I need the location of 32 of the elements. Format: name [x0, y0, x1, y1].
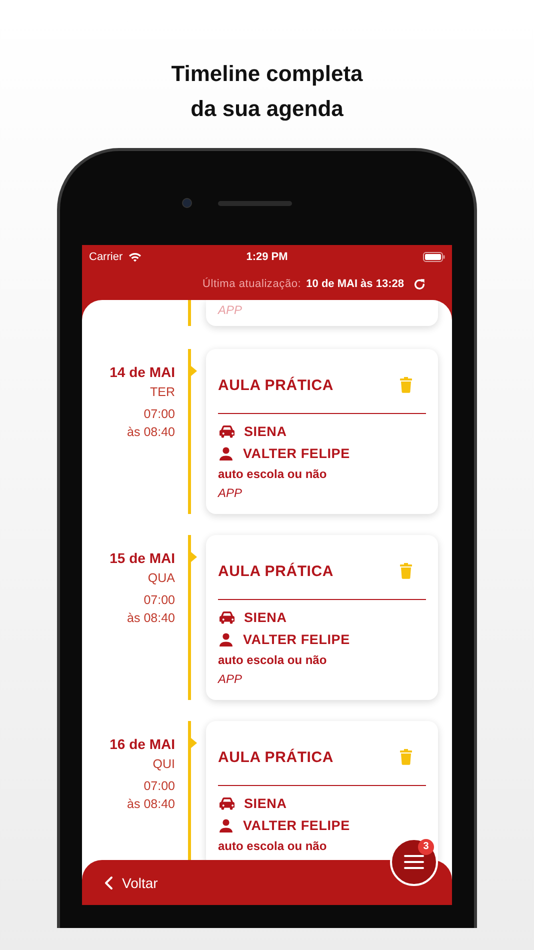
instructor-name: VALTER FELIPE	[243, 818, 350, 832]
vehicle-name: SIENA	[244, 796, 287, 810]
event-end-time: às 08:40	[126, 424, 175, 441]
event-date: 15 de MAI	[108, 549, 175, 568]
vehicle-name: SIENA	[244, 424, 287, 438]
event-weekday: QUA	[146, 570, 175, 587]
headline-text: da sua agenda	[190, 95, 344, 123]
event-title: AULA PRÁTICA	[218, 748, 334, 766]
clock-time: 1:29 PM	[246, 250, 288, 262]
event-weekday: QUI	[152, 756, 175, 773]
update-time: 10 de MAI às 13:28	[306, 278, 404, 290]
event-title: AULA PRÁTICA	[218, 376, 334, 394]
carrier-name: Carrier	[89, 250, 123, 262]
event-source: APP	[218, 671, 244, 688]
update-label: Última atualização:	[202, 278, 302, 290]
event-title: AULA PRÁTICA	[218, 562, 334, 580]
instructor-name: VALTER FELIPE	[243, 632, 350, 646]
event-source: APP	[218, 302, 244, 319]
event-start-time: 07:00	[142, 778, 175, 795]
event-date: 14 de MAI	[108, 363, 175, 382]
event-end-time: às 08:40	[126, 796, 175, 813]
event-weekday: TER	[149, 384, 175, 401]
event-description: auto escola ou não	[218, 466, 328, 483]
event-description: auto escola ou não	[218, 652, 328, 669]
headline-text: Timeline completa	[171, 60, 363, 88]
event-start-time: 07:00	[142, 592, 175, 609]
event-date: 16 de MAI	[108, 735, 175, 754]
vehicle-name: SIENA	[244, 610, 287, 624]
instructor-name: VALTER FELIPE	[243, 446, 350, 460]
event-source: APP	[218, 485, 244, 502]
event-end-time: às 08:40	[126, 610, 175, 627]
event-start-time: 07:00	[142, 406, 175, 423]
